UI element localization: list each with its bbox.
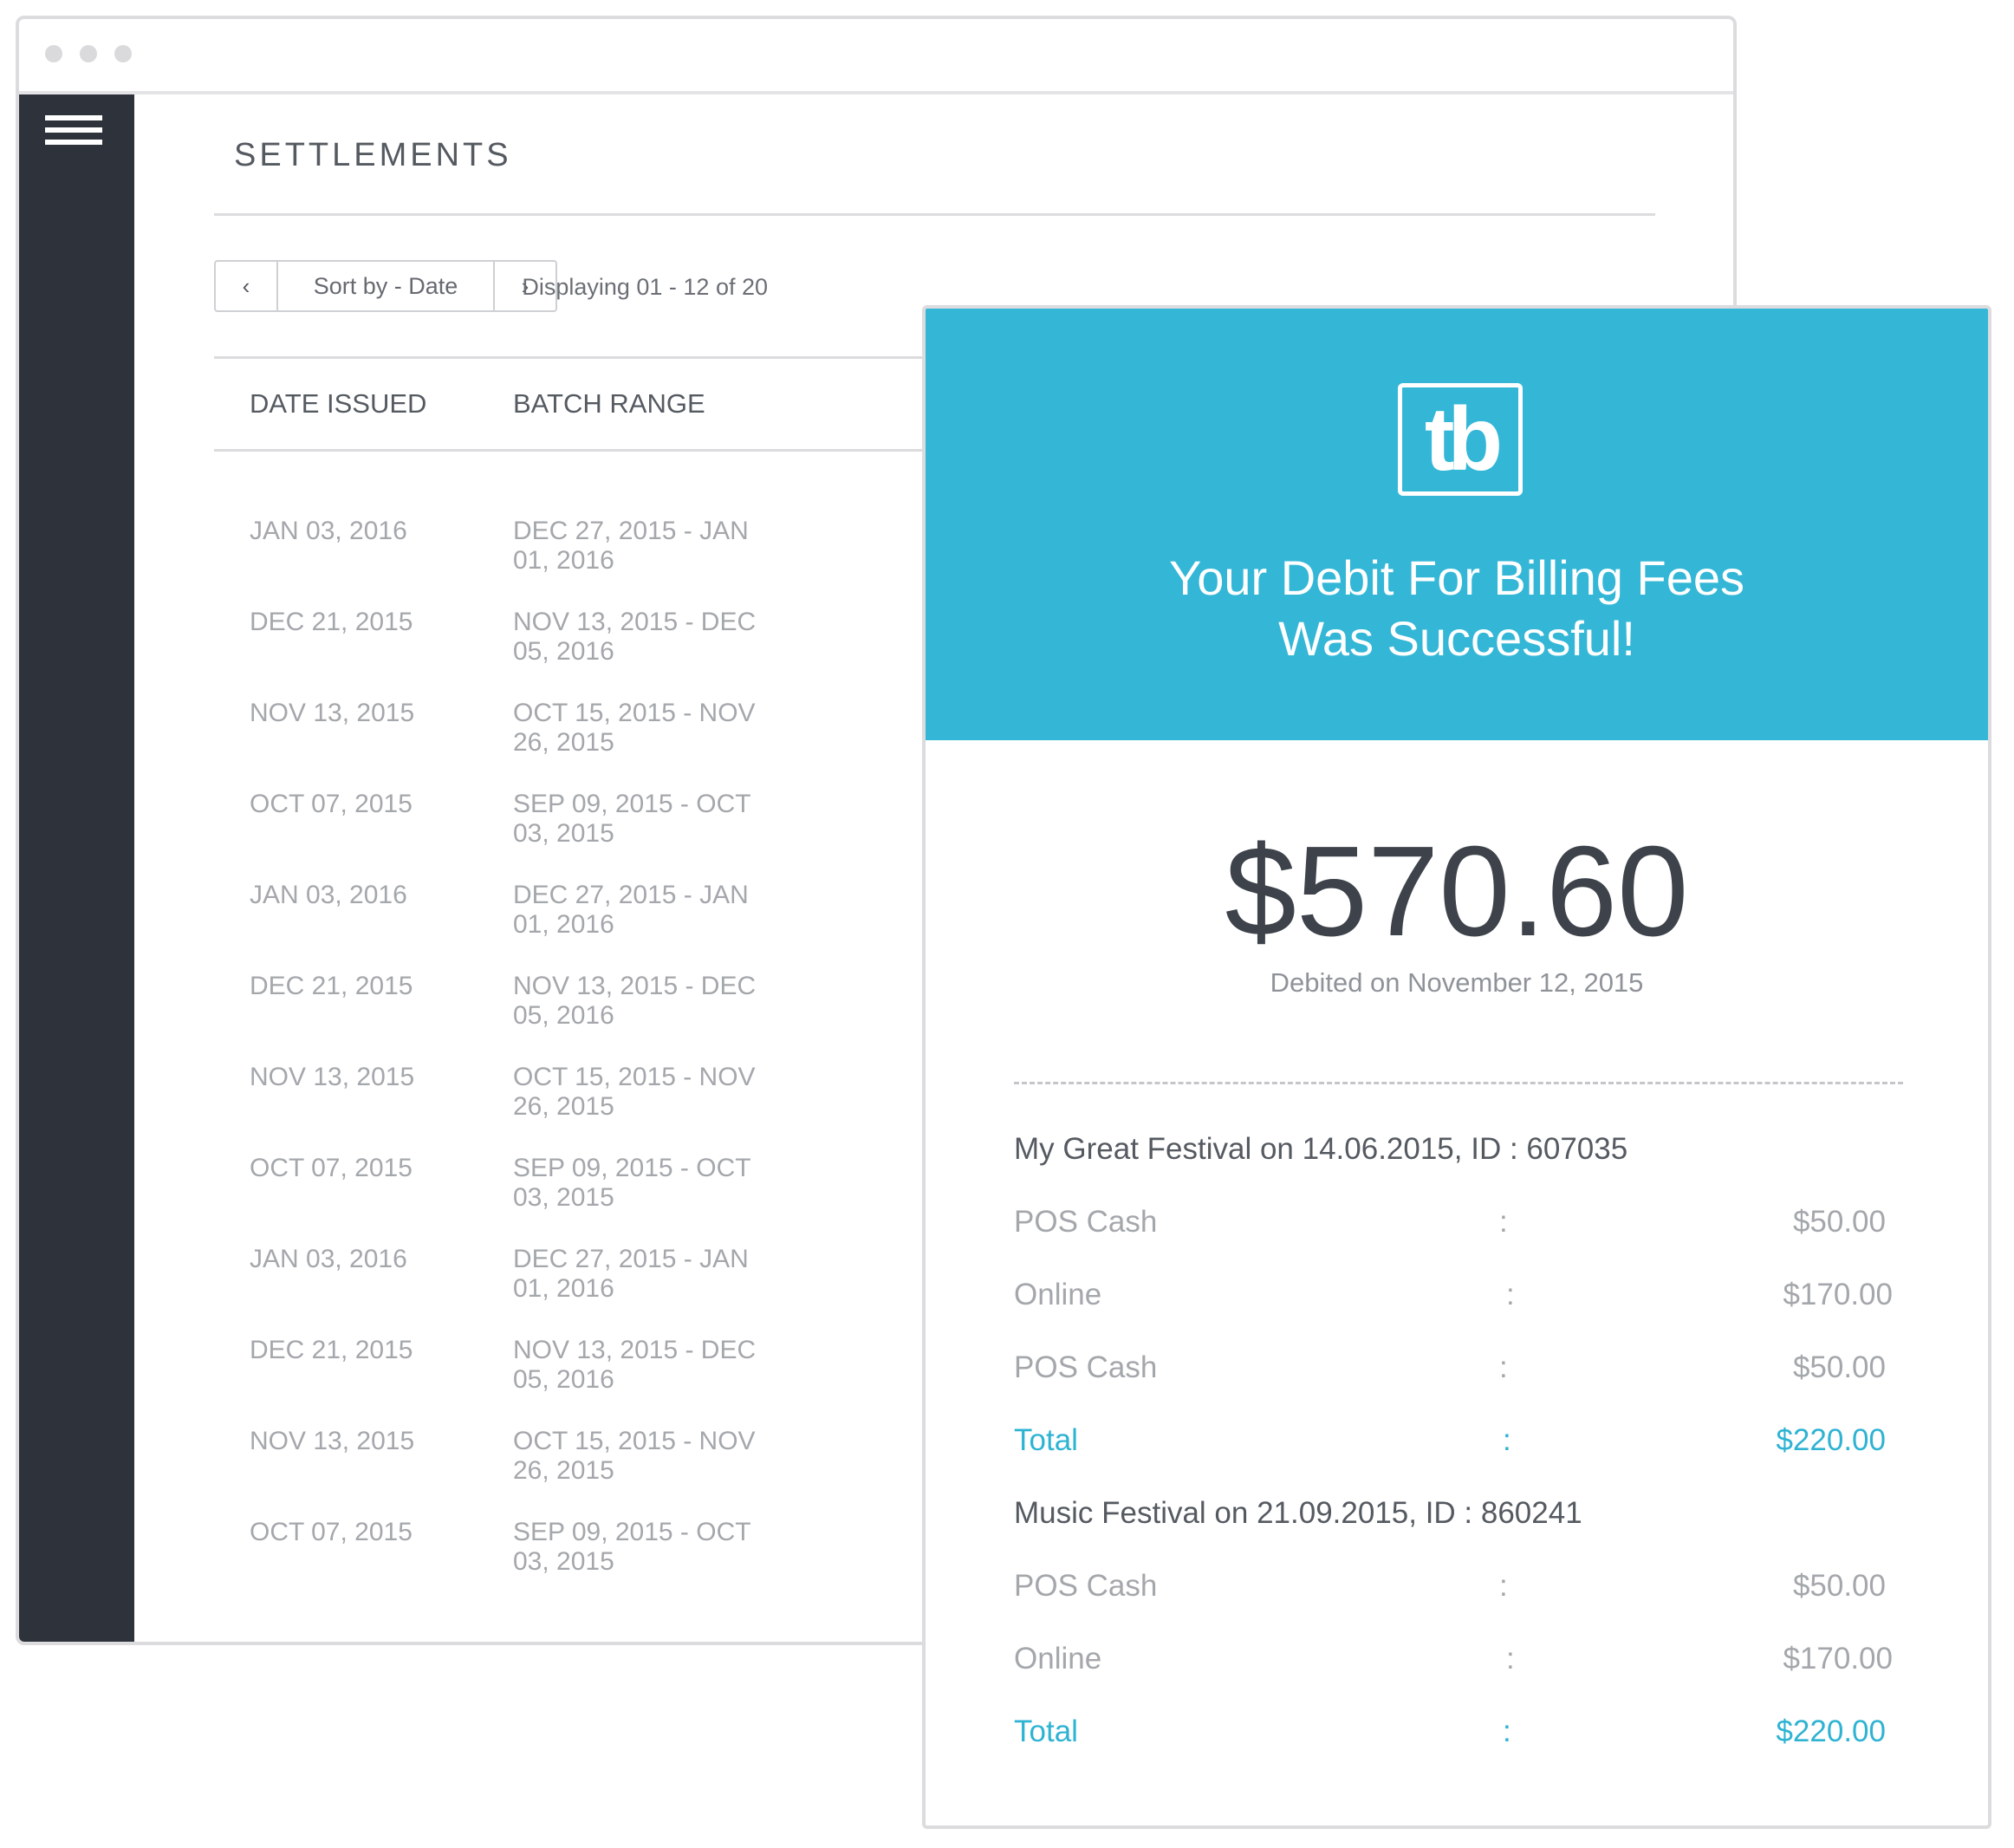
batch-range-cell: OCT 15, 2015 - NOV 26, 2015	[513, 1063, 756, 1121]
fee-amount: $50.00	[1792, 1569, 1886, 1603]
batch-range-cell: DEC 27, 2015 - JAN 01, 2016	[513, 881, 749, 939]
table-row[interactable]: DEC 21, 2015 NOV 13, 2015 - DEC 05, 2016	[0, 1336, 780, 1426]
table-row[interactable]: DEC 21, 2015 NOV 13, 2015 - DEC 05, 2016	[0, 972, 780, 1062]
date-issued-cell: DEC 21, 2015	[250, 608, 413, 636]
column-header-batch-range[interactable]: BATCH RANGE	[513, 388, 705, 420]
total-label: Total	[1014, 1423, 1078, 1457]
batch-range-cell: OCT 15, 2015 - NOV 26, 2015	[513, 699, 756, 757]
table-row[interactable]: JAN 03, 2016 DEC 27, 2015 - JAN 01, 2016	[0, 1245, 780, 1335]
fee-colon: :	[1499, 1350, 1508, 1384]
header-bottom-divider	[214, 449, 933, 452]
batch-range-cell: SEP 09, 2015 - OCT 03, 2015	[513, 1154, 751, 1212]
fee-label: Online	[1014, 1642, 1102, 1676]
total-amount: $220.00	[1776, 1423, 1886, 1457]
fee-line: POS Cash : $50.00	[926, 1205, 1988, 1248]
date-issued-cell: JAN 03, 2016	[250, 1245, 407, 1273]
table-row[interactable]: OCT 07, 2015 SEP 09, 2015 - OCT 03, 2015	[0, 1154, 780, 1244]
table-row[interactable]: JAN 03, 2016 DEC 27, 2015 - JAN 01, 2016	[0, 881, 780, 971]
batch-range-cell: NOV 13, 2015 - DEC 05, 2016	[513, 608, 757, 666]
dashed-divider	[1014, 1082, 1903, 1084]
table-row[interactable]: JAN 03, 2016 DEC 27, 2015 - JAN 01, 2016	[0, 517, 780, 607]
fee-label: POS Cash	[1014, 1569, 1158, 1603]
table-row[interactable]: NOV 13, 2015 OCT 15, 2015 - NOV 26, 2015	[0, 1427, 780, 1517]
receipt-header: tb Your Debit For Billing Fees Was Succe…	[926, 309, 1988, 740]
fee-line: Online : $170.00	[926, 1642, 1988, 1685]
debit-date: Debited on November 12, 2015	[1270, 967, 1644, 998]
total-colon: :	[1503, 1715, 1511, 1748]
table-row[interactable]: NOV 13, 2015 OCT 15, 2015 - NOV 26, 2015	[0, 1063, 780, 1153]
date-issued-cell: OCT 07, 2015	[250, 1154, 413, 1182]
page-title: SETTLEMENTS	[234, 137, 512, 173]
total-line: Total : $220.00	[926, 1715, 1988, 1758]
fee-line: Online : $170.00	[926, 1278, 1988, 1321]
date-issued-cell: OCT 07, 2015	[250, 1518, 413, 1546]
fee-line: POS Cash : $50.00	[926, 1350, 1988, 1394]
date-issued-cell: JAN 03, 2016	[250, 881, 407, 909]
prev-button[interactable]: ‹	[216, 262, 278, 310]
table-row[interactable]: NOV 13, 2015 OCT 15, 2015 - NOV 26, 2015	[0, 699, 780, 789]
date-issued-cell: NOV 13, 2015	[250, 699, 415, 727]
tb-logo: tb	[1398, 383, 1523, 496]
date-issued-cell: NOV 13, 2015	[250, 1427, 415, 1455]
fee-line: POS Cash : $50.00	[926, 1569, 1988, 1612]
total-amount: $220.00	[1776, 1715, 1886, 1748]
batch-range-cell: OCT 15, 2015 - NOV 26, 2015	[513, 1427, 756, 1485]
date-issued-cell: DEC 21, 2015	[250, 1336, 413, 1364]
chevron-left-icon: ‹	[242, 272, 250, 299]
debit-receipt-card: tb Your Debit For Billing Fees Was Succe…	[922, 305, 1991, 1829]
header-top-divider	[214, 356, 933, 359]
event-title: Music Festival on 21.09.2015, ID : 86024…	[1014, 1496, 1582, 1530]
batch-range-cell: DEC 27, 2015 - JAN 01, 2016	[513, 1245, 749, 1303]
total-line: Total : $220.00	[926, 1423, 1988, 1467]
fee-colon: :	[1499, 1569, 1508, 1603]
batch-range-cell: NOV 13, 2015 - DEC 05, 2016	[513, 972, 757, 1030]
title-bar	[19, 19, 1733, 94]
debit-amount: $570.60	[1225, 820, 1689, 963]
column-header-date-issued[interactable]: DATE ISSUED	[250, 388, 426, 420]
fee-amount: $50.00	[1792, 1205, 1886, 1239]
fee-label: POS Cash	[1014, 1205, 1158, 1239]
event-title: My Great Festival on 14.06.2015, ID : 60…	[1014, 1132, 1628, 1166]
batch-range-cell: SEP 09, 2015 - OCT 03, 2015	[513, 1518, 751, 1576]
window-dot-close[interactable]	[45, 45, 62, 62]
table-row[interactable]: OCT 07, 2015 SEP 09, 2015 - OCT 03, 2015	[0, 790, 780, 880]
fee-label: POS Cash	[1014, 1350, 1158, 1384]
fee-amount: $50.00	[1792, 1350, 1886, 1384]
menu-icon[interactable]	[45, 115, 102, 155]
fee-amount: $170.00	[1783, 1642, 1893, 1676]
batch-range-cell: DEC 27, 2015 - JAN 01, 2016	[513, 517, 749, 575]
batch-range-cell: SEP 09, 2015 - OCT 03, 2015	[513, 790, 751, 848]
total-label: Total	[1014, 1715, 1078, 1748]
fee-colon: :	[1506, 1278, 1515, 1311]
fee-amount: $170.00	[1783, 1278, 1893, 1311]
receipt-headline-line-1: Your Debit For Billing Fees	[1168, 550, 1744, 605]
fee-colon: :	[1506, 1642, 1515, 1676]
pagination-status: Displaying 01 - 12 of 20	[522, 274, 768, 300]
title-divider	[214, 213, 1655, 216]
batch-range-cell: NOV 13, 2015 - DEC 05, 2016	[513, 1336, 757, 1394]
table-row[interactable]: OCT 07, 2015 SEP 09, 2015 - OCT 03, 2015	[0, 1518, 780, 1608]
fee-colon: :	[1499, 1205, 1508, 1239]
receipt-headline-line-2: Was Successful!	[1278, 611, 1635, 666]
fee-label: Online	[1014, 1278, 1102, 1311]
window-dot-maximize[interactable]	[114, 45, 132, 62]
date-issued-cell: JAN 03, 2016	[250, 517, 407, 545]
date-issued-cell: DEC 21, 2015	[250, 972, 413, 1000]
date-issued-cell: OCT 07, 2015	[250, 790, 413, 818]
table-row[interactable]: DEC 21, 2015 NOV 13, 2015 - DEC 05, 2016	[0, 608, 780, 698]
window-dot-minimize[interactable]	[80, 45, 97, 62]
total-colon: :	[1503, 1423, 1511, 1457]
date-issued-cell: NOV 13, 2015	[250, 1063, 415, 1091]
